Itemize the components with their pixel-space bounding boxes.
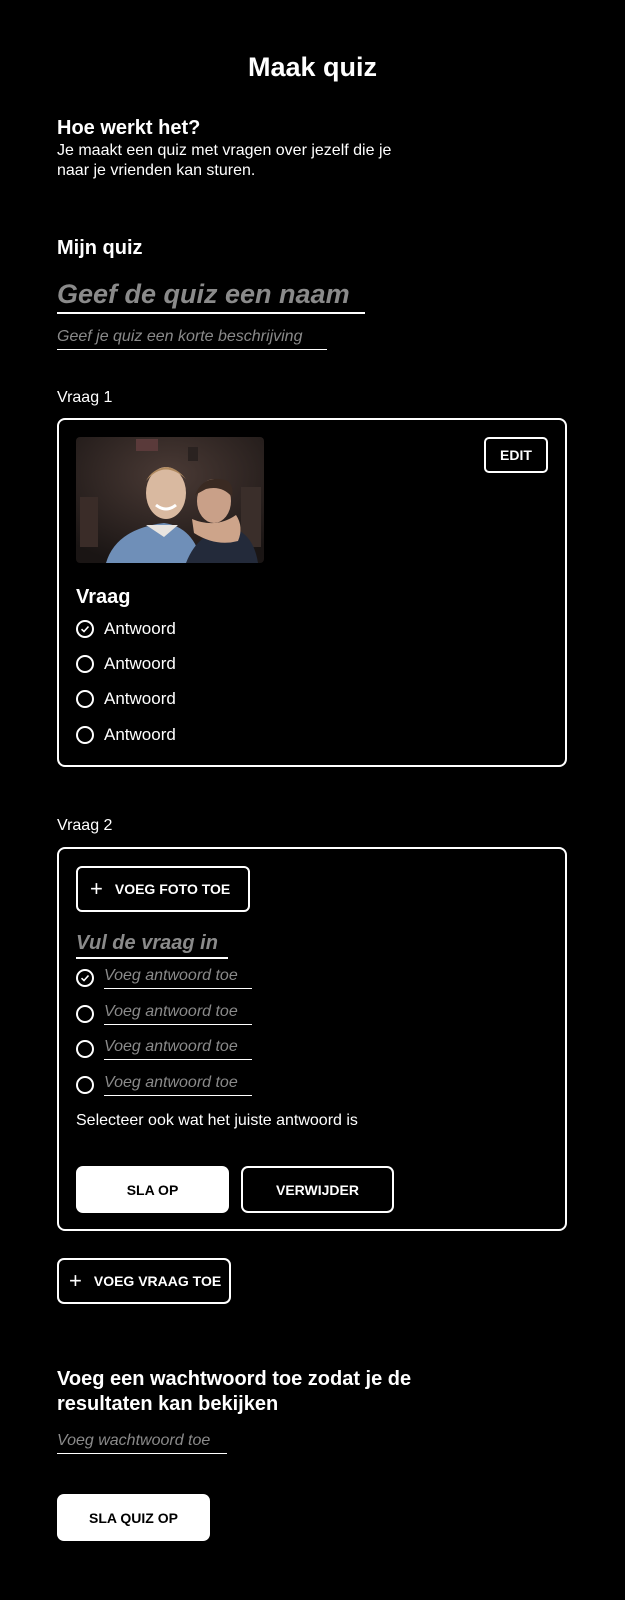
page-title: Maak quiz xyxy=(247,52,378,82)
quiz-description-input[interactable] xyxy=(57,328,327,350)
answer-text: Antwoord xyxy=(104,619,176,638)
question-2-card: + VOEG FOTO TOE Selecteer ook wat het ju… xyxy=(57,847,567,1231)
answer-input[interactable] xyxy=(104,967,252,989)
plus-icon: + xyxy=(90,876,103,901)
answer-row xyxy=(76,1003,252,1025)
add-photo-button[interactable]: + VOEG FOTO TOE xyxy=(76,866,250,912)
add-question-button[interactable]: + VOEG VRAAG TOE xyxy=(57,1258,231,1304)
radio-empty-icon[interactable] xyxy=(76,1076,94,1094)
save-quiz-button[interactable]: SLA QUIZ OP xyxy=(57,1494,210,1541)
answer-text: Antwoord xyxy=(104,689,176,708)
password-title: Voeg een wachtwoord toe zodat je de resu… xyxy=(57,1368,412,1415)
answer-text: Antwoord xyxy=(104,725,176,744)
radio-empty-icon[interactable] xyxy=(76,1005,94,1023)
add-photo-label: VOEG FOTO TOE xyxy=(114,881,231,897)
edit-button[interactable]: EDIT xyxy=(484,437,548,473)
intro-description: Je maakt een quiz met vragen over jezelf… xyxy=(57,142,392,179)
answer-option[interactable]: Antwoord xyxy=(76,618,176,640)
answer-row xyxy=(76,967,252,989)
question-2-label: Vraag 2 xyxy=(57,817,113,834)
answer-input[interactable] xyxy=(104,1038,252,1060)
answer-option[interactable]: Antwoord xyxy=(76,724,176,746)
question-1-photo xyxy=(76,437,264,563)
radio-empty-icon[interactable] xyxy=(76,1040,94,1058)
password-input[interactable] xyxy=(57,1432,227,1454)
add-question-label: VOEG VRAAG TOE xyxy=(93,1273,222,1289)
my-quiz-title: Mijn quiz xyxy=(57,237,143,259)
answer-row xyxy=(76,1038,252,1060)
answer-text: Antwoord xyxy=(104,654,176,673)
radio-empty-icon xyxy=(76,690,94,708)
question-1-label: Vraag 1 xyxy=(57,389,113,406)
check-circle-icon xyxy=(76,620,94,638)
check-circle-icon[interactable] xyxy=(76,969,94,987)
answer-option[interactable]: Antwoord xyxy=(76,688,176,710)
intro-title: Hoe werkt het? xyxy=(57,117,201,139)
radio-empty-icon xyxy=(76,726,94,744)
answer-row xyxy=(76,1074,252,1096)
save-question-button[interactable]: SLA OP xyxy=(76,1166,229,1213)
quiz-name-input[interactable] xyxy=(57,279,365,314)
radio-empty-icon xyxy=(76,655,94,673)
question-1-text: Vraag xyxy=(76,586,131,608)
answer-option[interactable]: Antwoord xyxy=(76,653,176,675)
delete-question-button[interactable]: VERWIJDER xyxy=(241,1166,394,1213)
answer-input[interactable] xyxy=(104,1074,252,1096)
question-1-card: EDIT Vraag Antwoord Antwoord Antwoord An… xyxy=(57,418,567,767)
answer-input[interactable] xyxy=(104,1003,252,1025)
correct-answer-hint: Selecteer ook wat het juiste antwoord is xyxy=(76,1112,358,1129)
question-input[interactable] xyxy=(76,932,228,959)
plus-icon: + xyxy=(69,1268,82,1293)
